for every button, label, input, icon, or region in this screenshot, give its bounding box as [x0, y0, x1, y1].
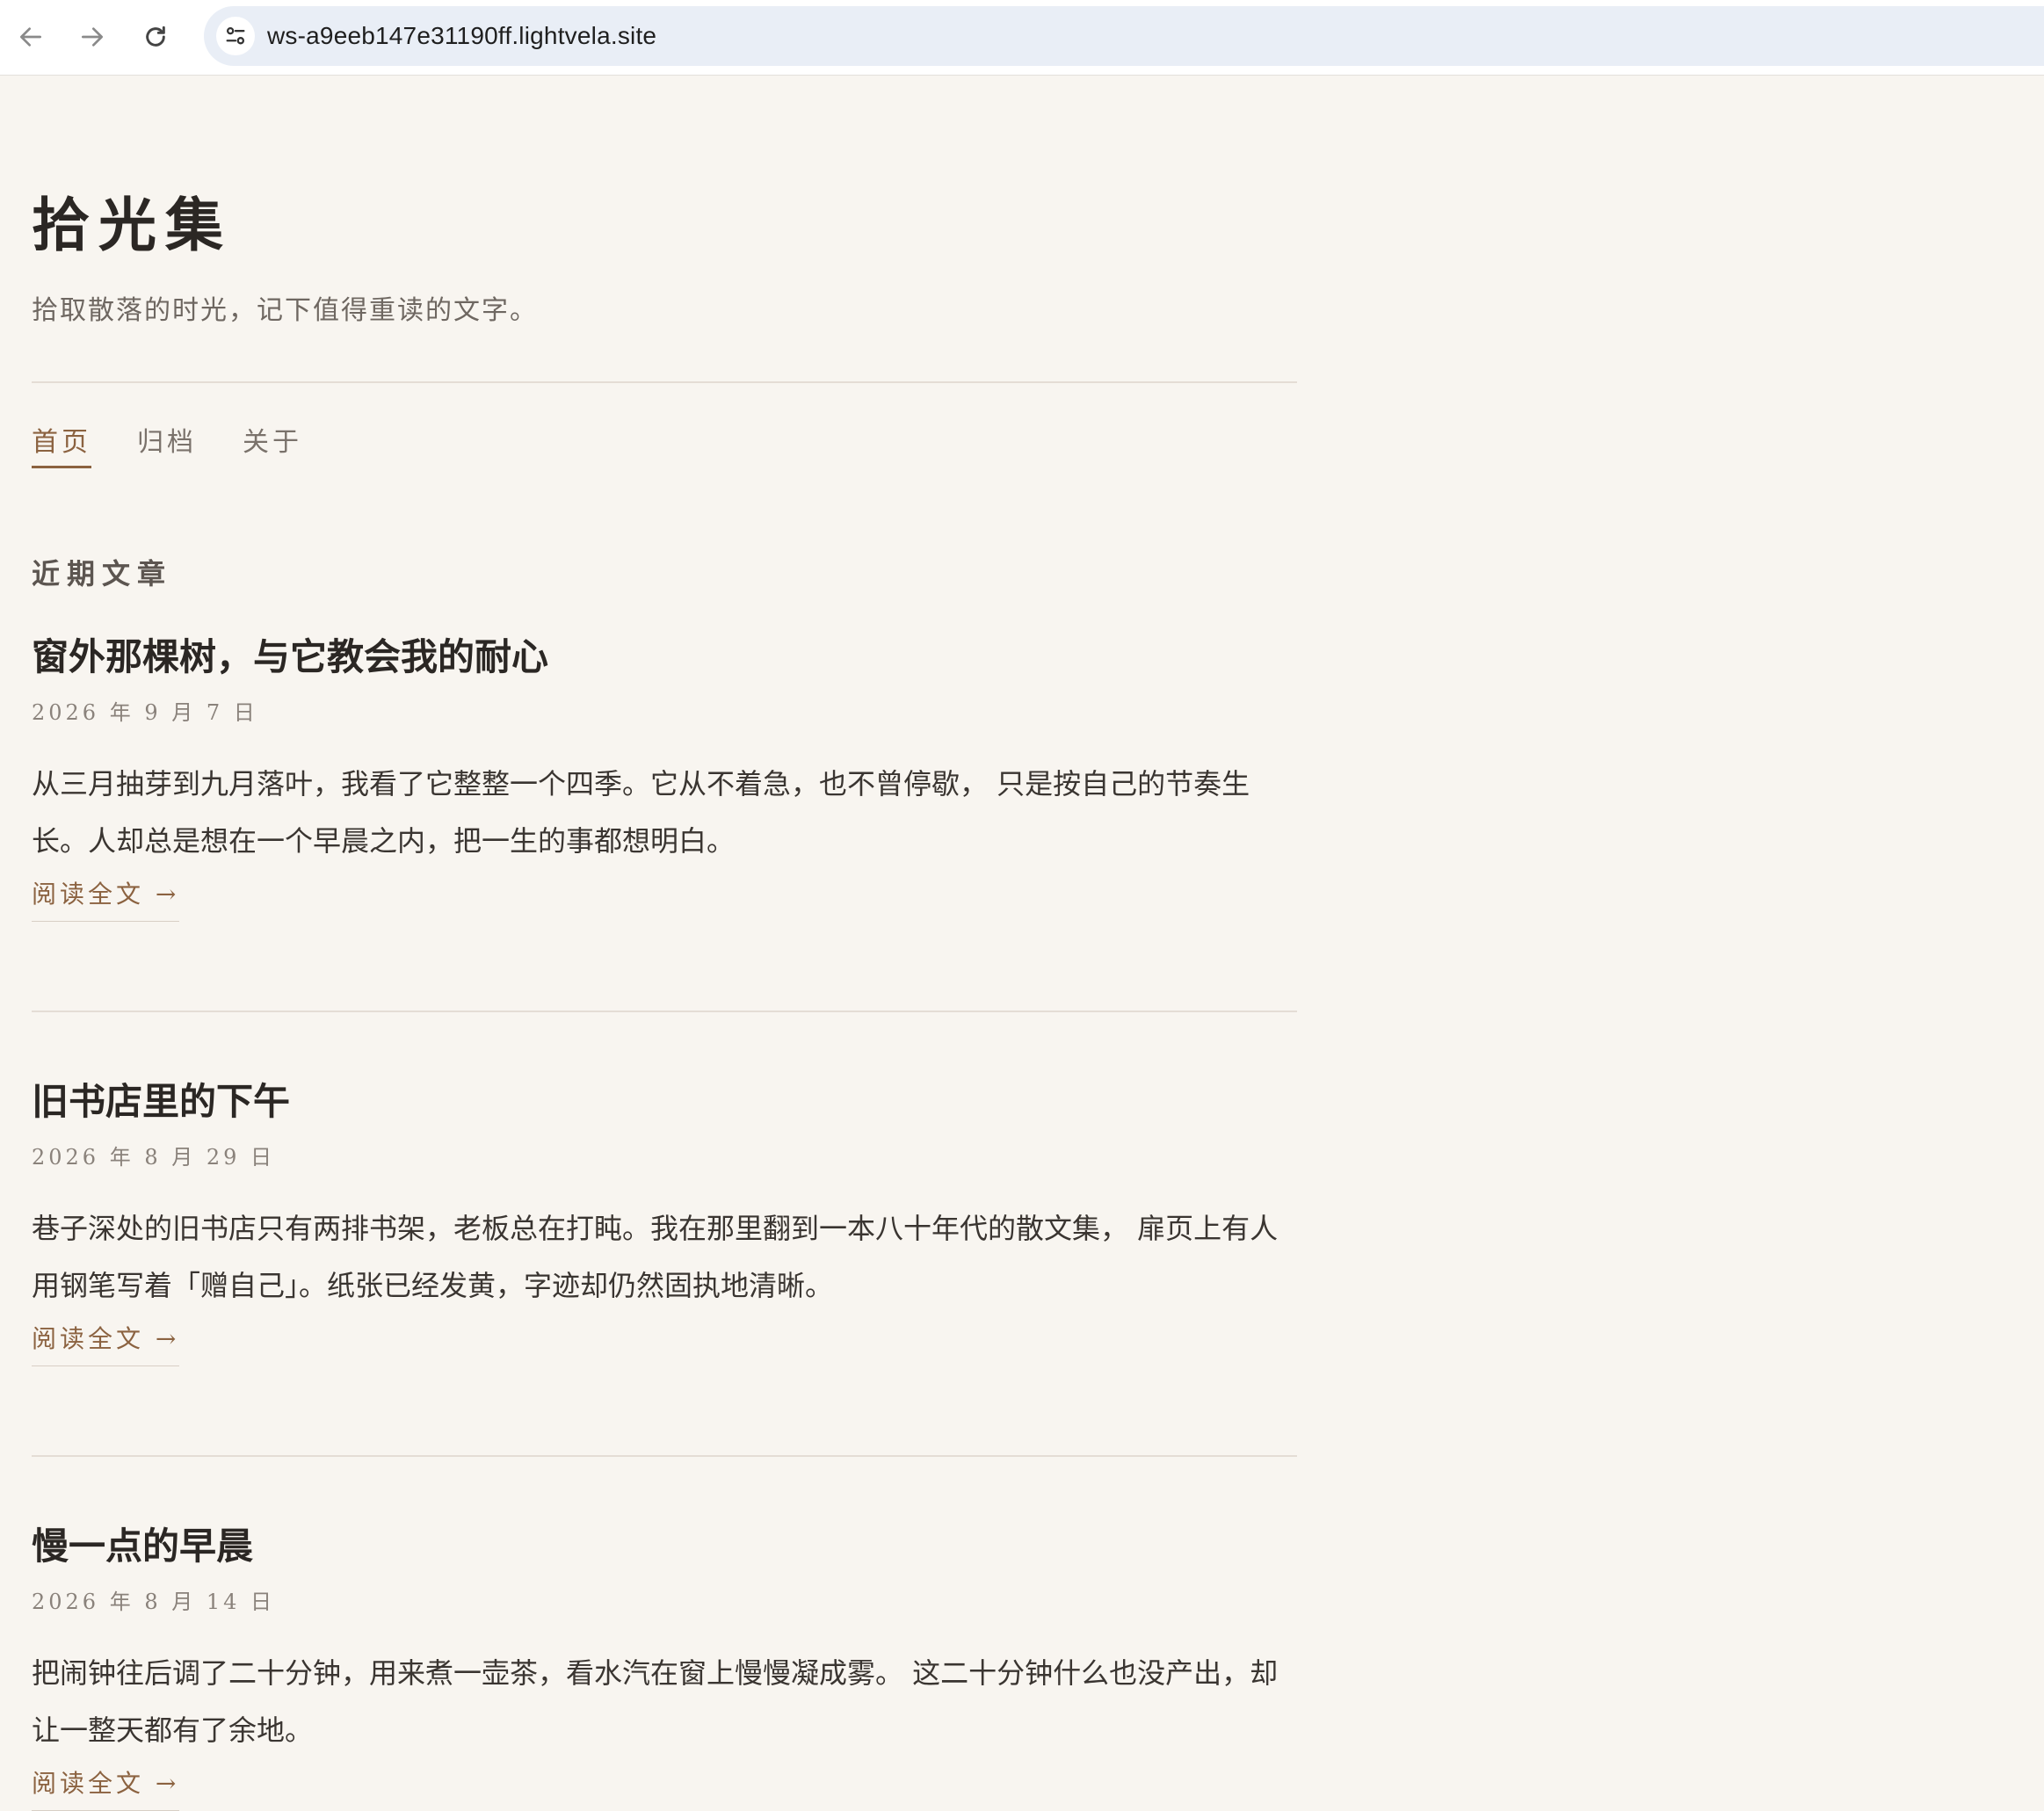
post-excerpt: 巷子深处的旧书店只有两排书架，老板总在打盹。我在那里翻到一本八十年代的散文集， …	[32, 1212, 1279, 1302]
browser-toolbar: ws-a9eeb147e31190ff.lightvela.site	[0, 0, 2044, 76]
read-more-link[interactable]: 阅读全文 →	[32, 877, 180, 922]
section-heading: 近期文章	[32, 556, 173, 590]
read-more-link[interactable]: 阅读全文 →	[32, 1322, 180, 1366]
header-divider	[32, 381, 1297, 383]
read-more-link[interactable]: 阅读全文 →	[32, 1766, 180, 1811]
address-bar[interactable]: ws-a9eeb147e31190ff.lightvela.site	[204, 6, 2044, 66]
nav-item-about[interactable]: 关于	[243, 425, 302, 460]
post-divider	[32, 1455, 1297, 1457]
post-title[interactable]: 慢一点的早晨	[32, 1522, 253, 1571]
post-divider	[32, 1011, 1297, 1012]
site-title[interactable]: 拾光集	[32, 190, 232, 260]
url-text[interactable]: ws-a9eeb147e31190ff.lightvela.site	[267, 6, 656, 66]
back-button[interactable]	[9, 15, 53, 59]
reload-button[interactable]	[134, 15, 178, 59]
post-date: 2026 年 8 月 29 日	[32, 1145, 276, 1170]
nav-item-home[interactable]: 首页	[32, 425, 91, 468]
arrow-right-icon	[82, 27, 103, 47]
site-info-button[interactable]	[216, 17, 255, 55]
post-date: 2026 年 8 月 14 日	[32, 1590, 276, 1614]
site-tagline: 拾取散落的时光，记下值得重读的文字。	[32, 295, 538, 326]
post-title[interactable]: 旧书店里的下午	[32, 1077, 290, 1126]
post-excerpt: 从三月抽芽到九月落叶，我看了它整整一个四季。它从不着急，也不曾停歇， 只是按自己…	[32, 767, 1250, 858]
arrow-left-icon	[20, 27, 41, 47]
post-date: 2026 年 9 月 7 日	[32, 700, 258, 725]
nav-item-archive[interactable]: 归档	[137, 425, 197, 460]
reload-icon	[146, 25, 165, 47]
forward-button[interactable]	[70, 15, 114, 59]
post-excerpt: 把闹钟往后调了二十分钟，用来煮一壶茶，看水汽在窗上慢慢凝成雾。 这二十分钟什么也…	[32, 1656, 1279, 1747]
tune-icon	[226, 26, 245, 45]
post-title[interactable]: 窗外那棵树，与它教会我的耐心	[32, 633, 548, 682]
